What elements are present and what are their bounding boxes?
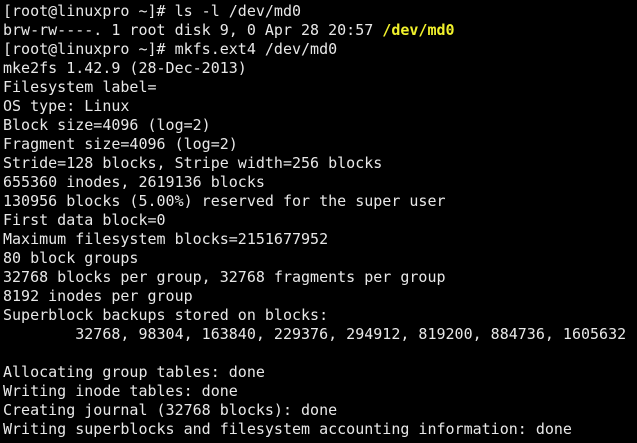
output-line-os-type: OS type: Linux xyxy=(3,97,130,115)
output-line-superblock-backups: Superblock backups stored on blocks: xyxy=(3,306,329,324)
output-line-fragment-size: Fragment size=4096 (log=2) xyxy=(3,135,238,153)
output-line-block-size: Block size=4096 (log=2) xyxy=(3,116,211,134)
output-line-version: mke2fs 1.42.9 (28-Dec-2013) xyxy=(3,59,247,77)
output-line-inodes-per-group: 8192 inodes per group xyxy=(3,287,193,305)
command-line-ls: [root@linuxpro ~]# ls -l /dev/md0 xyxy=(3,2,302,20)
output-line-group-tables: Allocating group tables: done xyxy=(3,363,265,381)
block-device-name: /dev/md0 xyxy=(382,21,455,39)
ls-output-line: brw-rw----. 1 root disk 9, 0 Apr 28 20:5… xyxy=(3,21,637,40)
output-line-superblocks-written: Writing superblocks and filesystem accou… xyxy=(3,420,572,438)
output-line-block-groups: 80 block groups xyxy=(3,249,139,267)
output-line-superblock-list: 32768, 98304, 163840, 229376, 294912, 81… xyxy=(3,325,627,343)
output-line-fs-label: Filesystem label= xyxy=(3,78,157,96)
output-line-max-fs-blocks: Maximum filesystem blocks=2151677952 xyxy=(3,230,329,248)
output-line-stride: Stride=128 blocks, Stripe width=256 bloc… xyxy=(3,154,383,172)
terminal-window[interactable]: [root@linuxpro ~]# ls -l /dev/md0 brw-rw… xyxy=(0,0,637,443)
output-line-journal: Creating journal (32768 blocks): done xyxy=(3,401,338,419)
output-line-blank xyxy=(3,344,637,363)
output-line-inode-tables: Writing inode tables: done xyxy=(3,382,238,400)
output-line-first-data-block: First data block=0 xyxy=(3,211,166,229)
output-line-blocks-per-group: 32768 blocks per group, 32768 fragments … xyxy=(3,268,446,286)
output-line-reserved: 130956 blocks (5.00%) reserved for the s… xyxy=(3,192,446,210)
output-line-inodes-blocks: 655360 inodes, 2619136 blocks xyxy=(3,173,265,191)
command-line-mkfs: [root@linuxpro ~]# mkfs.ext4 /dev/md0 xyxy=(3,40,338,58)
ls-output-prefix: brw-rw----. 1 root disk 9, 0 Apr 28 20:5… xyxy=(3,21,383,39)
